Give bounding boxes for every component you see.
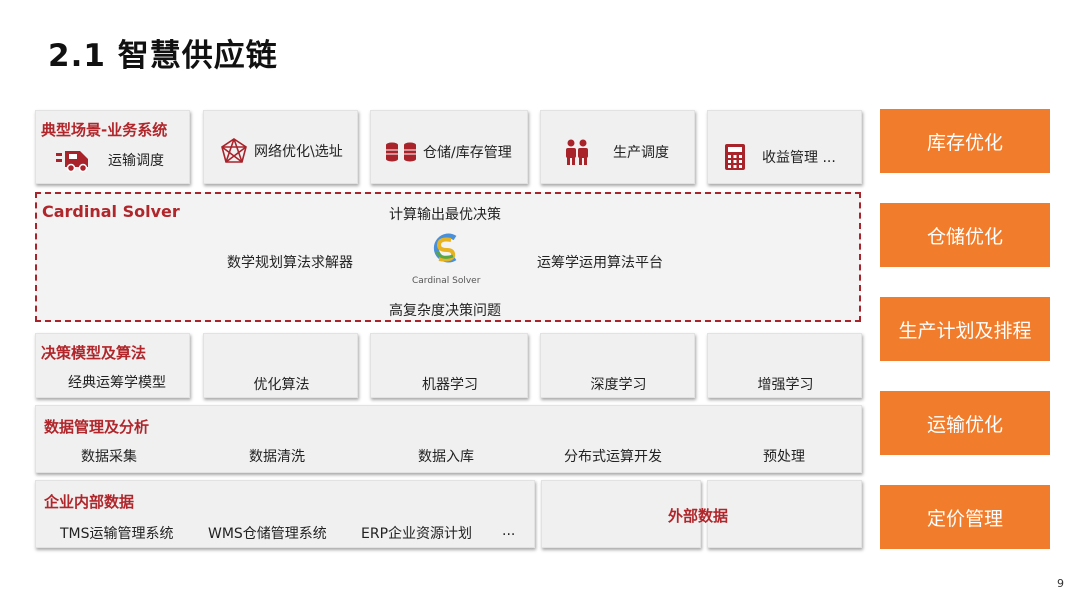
page-title: 2.1 智慧供应链 <box>48 38 278 74</box>
models-box-1: 优化算法 <box>203 333 358 398</box>
model-item: 深度学习 <box>590 377 647 393</box>
data-mgmt-box: 数据管理及分析 数据采集 数据清洗 数据入库 分布式运算开发 预处理 <box>35 405 862 473</box>
right-item-pricing: 定价管理 <box>880 485 1050 549</box>
page-number: 9 <box>1057 577 1064 590</box>
internal-data-header: 企业内部数据 <box>44 493 135 511</box>
models-box-0: 决策模型及算法 经典运筹学模型 <box>35 333 190 398</box>
scenario-box-warehouse: 仓储/库存管理 <box>370 110 528 184</box>
scenario-label-network: 网络优化\选址 <box>254 144 343 160</box>
scenario-header: 典型场景-业务系统 <box>41 121 168 139</box>
right-item-warehouse: 仓储优化 <box>880 203 1050 267</box>
solver-bottom-text: 高复杂度决策问题 <box>389 303 501 319</box>
models-box-4: 增强学习 <box>707 333 862 398</box>
solver-top-text: 计算输出最优决策 <box>389 207 501 223</box>
model-item: 优化算法 <box>253 377 310 393</box>
models-header: 决策模型及算法 <box>41 344 147 362</box>
models-box-2: 机器学习 <box>370 333 528 398</box>
external-data-label: 外部数据 <box>668 507 729 525</box>
internal-data-item: ERP企业资源计划 <box>361 526 473 542</box>
solver-logo-text: Cardinal Solver <box>412 276 481 286</box>
data-mgmt-item: 分布式运算开发 <box>564 449 662 465</box>
workers-icon <box>566 139 588 165</box>
model-item: 机器学习 <box>422 377 478 393</box>
scenario-label-production: 生产调度 <box>613 145 669 161</box>
truck-icon <box>56 151 88 173</box>
internal-data-box: 企业内部数据 TMS运输管理系统 WMS仓储管理系统 ERP企业资源计划 ... <box>35 480 535 548</box>
scenario-box-production: 生产调度 <box>540 110 695 184</box>
scenario-box-network: 网络优化\选址 <box>203 110 358 184</box>
internal-data-item: TMS运输管理系统 <box>60 526 174 542</box>
scenario-box-transport: 典型场景-业务系统 运输调度 <box>35 110 190 184</box>
solver-right-text: 运筹学运用算法平台 <box>537 255 663 271</box>
right-item-inventory: 库存优化 <box>880 109 1050 173</box>
scenario-label-transport: 运输调度 <box>108 153 164 169</box>
scenario-label-revenue: 收益管理 ... <box>762 150 836 166</box>
database-icon <box>386 142 416 162</box>
solver-left-text: 数学规划算法求解器 <box>227 255 353 271</box>
model-item: 经典运筹学模型 <box>68 375 166 391</box>
calculator-icon <box>725 144 745 170</box>
internal-data-item: ... <box>502 523 516 539</box>
data-mgmt-header: 数据管理及分析 <box>44 418 150 436</box>
network-icon <box>221 138 247 163</box>
cardinal-solver-logo-icon <box>433 233 457 263</box>
scenario-label-warehouse: 仓储/库存管理 <box>423 145 512 161</box>
data-mgmt-item: 数据采集 <box>81 449 137 465</box>
external-data-box-2 <box>707 480 862 548</box>
data-mgmt-item: 数据入库 <box>418 449 474 465</box>
data-mgmt-item: 数据清洗 <box>249 449 305 465</box>
right-item-production: 生产计划及排程 <box>880 297 1050 361</box>
right-item-transport: 运输优化 <box>880 391 1050 455</box>
solver-panel: Cardinal Solver 计算输出最优决策 数学规划算法求解器 运筹学运用… <box>35 192 861 322</box>
internal-data-item: WMS仓储管理系统 <box>208 526 327 542</box>
scenario-box-revenue: 收益管理 ... <box>707 110 862 184</box>
model-item: 增强学习 <box>757 377 814 393</box>
models-box-3: 深度学习 <box>540 333 695 398</box>
solver-header: Cardinal Solver <box>42 202 180 221</box>
data-mgmt-item: 预处理 <box>763 449 805 465</box>
